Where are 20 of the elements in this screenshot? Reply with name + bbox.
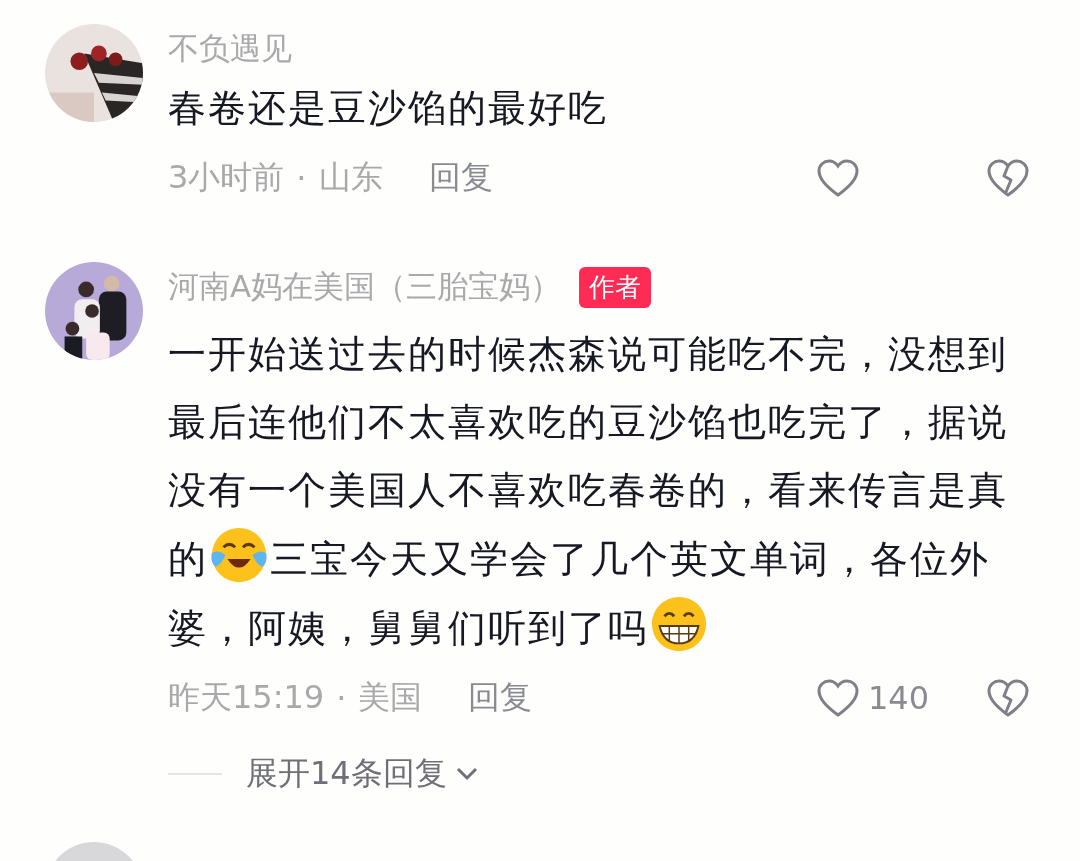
separator-dot: · [336, 679, 347, 717]
comment-location: 美国 [358, 677, 423, 718]
user-name[interactable]: 河南A妈在美国（三胎宝妈） [168, 266, 562, 308]
user-name[interactable]: 不负遇见 [168, 28, 292, 70]
reply-button[interactable]: 回复 [468, 676, 533, 720]
author-badge: 作者 [579, 266, 652, 308]
like-heart-icon[interactable] [816, 158, 860, 198]
comment-text: 一开始送过去的时候杰森说可能吃不完，没想到最后连他们不太喜欢吃的豆沙馅也吃完了，据说没有一个美国人不喜欢吃春卷的，看来传言是真的 三宝今天又学会了几个英文单词，各位外婆，阿姨，舅舅们听到了吗 [168, 320, 1030, 662]
broken-heart-icon[interactable] [986, 158, 1030, 198]
comment-text: 春卷还是豆沙馅的最好吃 [168, 85, 609, 132]
like-count: 140 [868, 679, 930, 717]
reply-button[interactable]: 回复 [428, 156, 493, 200]
chevron-down-icon [454, 766, 479, 782]
broken-heart-icon[interactable] [986, 678, 1030, 718]
expand-replies-button[interactable]: 展开14条回复 [246, 752, 479, 796]
comment-location: 山东 [318, 157, 383, 198]
separator-dot: · [296, 159, 307, 197]
comment-time: 3小时前 [168, 157, 285, 198]
comment-time: 昨天15:19 [168, 677, 325, 718]
like-heart-icon[interactable] [816, 678, 860, 718]
